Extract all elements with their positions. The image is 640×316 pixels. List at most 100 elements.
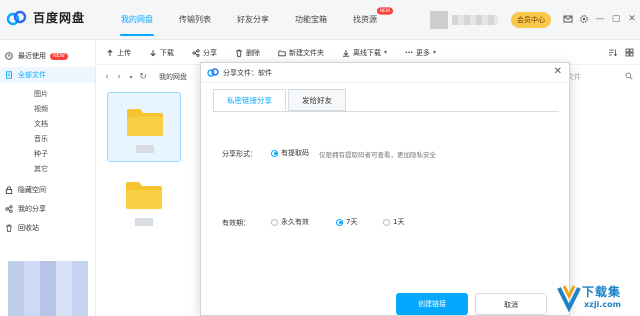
back-icon[interactable]: ‹ [101, 72, 113, 82]
dialog-tabs: 私密链接分享 发给好友 [213, 89, 346, 111]
file-name-blurred [136, 145, 154, 153]
create-link-button[interactable]: 创建链接 [396, 293, 468, 315]
new-folder-button[interactable]: 新建文件夹 [269, 48, 333, 58]
watermark-logo-icon [557, 285, 581, 312]
chevron-down-icon[interactable]: ▾ [125, 74, 137, 81]
new-badge: NEW [50, 53, 68, 60]
validity-radio-permanent[interactable]: 永久有效 [271, 217, 309, 227]
tab-send-to-friend[interactable]: 发给好友 [288, 89, 346, 111]
radio-checked-icon [336, 218, 343, 226]
baidu-netdisk-logo-icon [6, 10, 27, 25]
file-item[interactable] [107, 166, 181, 236]
tab-private-link[interactable]: 私密链接分享 [213, 89, 286, 111]
delete-button[interactable]: 删除 [226, 48, 269, 58]
close-icon[interactable]: ✕ [627, 14, 637, 24]
radio-checked-icon [271, 149, 278, 157]
sidebar-item-docs[interactable]: 文档 [0, 117, 95, 132]
breadcrumb[interactable]: 我的网盘 [159, 72, 187, 82]
new-badge: NEW [377, 7, 394, 15]
sidebar-item-recycle-bin[interactable]: 回收站 [0, 220, 95, 236]
folder-icon [127, 109, 163, 136]
nav-transfer-list-label: 传输列表 [179, 15, 211, 24]
app-name: 百度网盘 [33, 11, 86, 25]
site-watermark: 下载集 xzji.com [556, 282, 636, 314]
sidebar-item-other[interactable]: 其它 [0, 162, 95, 177]
download-icon [150, 49, 156, 56]
sidebar-item-videos[interactable]: 视频 [0, 102, 95, 117]
share-button-label: 分享 [203, 48, 217, 57]
forward-icon[interactable]: › [113, 72, 125, 82]
sidebar-item-all-files[interactable]: 全部文件 [0, 67, 95, 83]
share-form-radio-with-code[interactable]: 有提取码 [271, 148, 309, 158]
offline-download-button[interactable]: 离线下载 ▾ [333, 48, 396, 58]
share-form-label: 分享形式： [222, 150, 257, 158]
file-name-blurred [135, 218, 153, 226]
nav-friend-share[interactable]: 好友分享 [224, 0, 282, 40]
upload-button[interactable]: 上传 [97, 48, 140, 58]
clock-icon [5, 52, 13, 60]
folder-icon [126, 182, 162, 209]
promo-image-blurred[interactable] [8, 261, 88, 316]
chevron-down-icon: ▾ [384, 49, 388, 56]
trash-icon [6, 224, 12, 232]
more-button[interactable]: ··· 更多 ▾ [396, 48, 445, 58]
sidebar-item-music[interactable]: 音乐 [0, 132, 95, 147]
file-icon [6, 71, 12, 79]
sidebar-item-hidden-space-label: 隐藏空间 [18, 186, 46, 194]
chevron-down-icon: ▾ [433, 49, 437, 56]
tab-divider [213, 111, 559, 112]
validity-radio-1-day[interactable]: 1天 [383, 217, 404, 227]
settings-icon[interactable] [579, 14, 589, 24]
sidebar-item-torrents[interactable]: 种子 [0, 147, 95, 162]
share-form-option-label: 有提取码 [281, 149, 309, 157]
validity-option-label: 7天 [346, 218, 358, 226]
more-button-label: 更多 [416, 48, 430, 57]
view-controls [608, 48, 634, 57]
download-button-label: 下载 [160, 48, 174, 57]
share-button[interactable]: 分享 [183, 48, 226, 58]
watermark-url: xzji.com [584, 300, 621, 309]
validity-option-label: 永久有效 [281, 218, 309, 226]
avatar[interactable] [430, 11, 448, 29]
nav-find-resources[interactable]: 找资源 NEW [340, 0, 394, 40]
username-blurred[interactable] [452, 15, 498, 25]
dialog-title-bar[interactable]: 分享文件：软件 ✕ [201, 63, 569, 83]
maximize-icon[interactable]: ▢ [611, 14, 621, 24]
nav-my-disk-label: 我的网盘 [121, 15, 153, 24]
sidebar-item-hidden-space[interactable]: 隐藏空间 [0, 182, 95, 198]
nav-toolbox[interactable]: 功能宝箱 [282, 0, 340, 40]
new-folder-icon [278, 50, 286, 56]
validity-option-label: 1天 [393, 218, 405, 226]
refresh-icon[interactable]: ↻ [137, 72, 149, 82]
cancel-button[interactable]: 取消 [475, 293, 547, 315]
new-folder-button-label: 新建文件夹 [289, 48, 324, 57]
delete-button-label: 删除 [246, 48, 260, 57]
radio-unchecked-icon [271, 218, 278, 226]
grid-view-icon[interactable] [625, 48, 634, 57]
file-item[interactable] [107, 92, 181, 162]
search-icon[interactable] [625, 72, 633, 80]
sidebar-item-recycle-bin-label: 回收站 [18, 224, 39, 232]
mail-icon[interactable] [563, 14, 573, 24]
sidebar-item-images[interactable]: 图片 [0, 87, 95, 102]
validity-label: 有效期： [222, 219, 250, 227]
offline-download-icon [343, 49, 349, 57]
sidebar-item-my-shares-label: 我的分享 [18, 205, 46, 213]
watermark-text: 下载集 [582, 285, 622, 299]
top-nav: 我的网盘 传输列表 好友分享 功能宝箱 找资源 NEW [108, 0, 394, 40]
sidebar-item-recent[interactable]: 最近使用 NEW [0, 48, 95, 64]
dialog-title: 分享文件：软件 [223, 69, 272, 77]
download-button[interactable]: 下载 [140, 48, 183, 58]
lock-icon [5, 186, 13, 194]
sort-icon[interactable] [608, 48, 617, 57]
vip-center-button[interactable]: 会员中心 [511, 12, 551, 28]
minimize-icon[interactable]: — [595, 14, 605, 24]
sidebar-item-my-shares[interactable]: 我的分享 [0, 201, 95, 217]
close-icon[interactable]: ✕ [554, 66, 562, 77]
nav-my-disk[interactable]: 我的网盘 [108, 0, 166, 40]
nav-transfer-list[interactable]: 传输列表 [166, 0, 224, 40]
validity-radio-7-days[interactable]: 7天 [336, 217, 357, 227]
share-dialog: 分享文件：软件 ✕ 私密链接分享 发给好友 分享形式： 有提取码 仅限拥有提取码… [200, 62, 570, 316]
more-icon: ··· [405, 48, 413, 57]
share-form-hint: 仅限拥有提取码者可查看，更加隐私安全 [319, 151, 436, 159]
